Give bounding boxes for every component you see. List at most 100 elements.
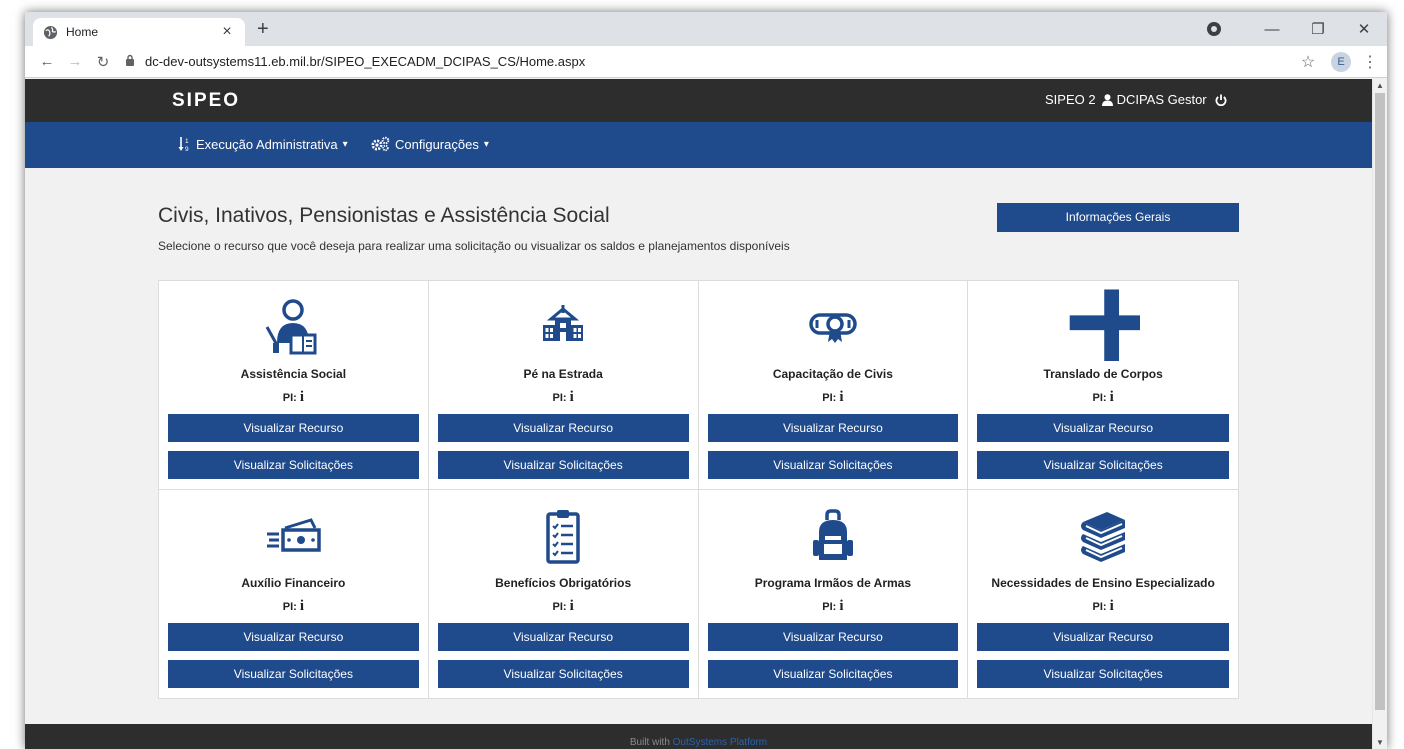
- media-icon[interactable]: [1207, 22, 1221, 36]
- card-auxilio-financeiro: Auxílio Financeiro PI: i Visualizar Recur…: [159, 490, 429, 699]
- scroll-up-arrow-icon[interactable]: ▲: [1373, 81, 1387, 90]
- info-icon[interactable]: i: [300, 389, 304, 405]
- pi-label: PI: i: [822, 389, 844, 405]
- globe-icon: [43, 25, 58, 39]
- visualizar-recurso-button[interactable]: Visualizar Recurso: [437, 623, 689, 651]
- close-window-button[interactable]: ✕: [1341, 20, 1387, 38]
- power-icon[interactable]: [1215, 94, 1227, 106]
- card-capacitacao-de-civis: Capacitação de Civis PI: i Visualizar Rec…: [698, 281, 969, 490]
- user-name[interactable]: DCIPAS Gestor: [1117, 92, 1207, 107]
- close-tab-icon[interactable]: ×: [219, 24, 235, 40]
- caret-down-icon: ▾: [483, 138, 489, 150]
- card-beneficios-obrigatorios: Benefícios Obrigatórios PI: i Visualizar …: [429, 490, 699, 699]
- browser-menu-icon[interactable]: ⋮: [1359, 52, 1381, 72]
- url-text: dc-dev-outsystems11.eb.mil.br/SIPEO_EXEC…: [145, 54, 586, 69]
- new-tab-button[interactable]: +: [257, 19, 269, 39]
- backpack-icon: [812, 509, 853, 560]
- pi-label: PI: i: [1092, 598, 1114, 614]
- visualizar-solicitacoes-button[interactable]: Visualizar Solicitações: [437, 660, 689, 688]
- visualizar-solicitacoes-button[interactable]: Visualizar Solicitações: [707, 660, 959, 688]
- scroll-thumb[interactable]: [1375, 93, 1385, 710]
- sort-numeric-icon: 1 9: [178, 137, 189, 152]
- info-icon[interactable]: i: [300, 598, 304, 614]
- outsystems-link[interactable]: OutSystems Platform: [673, 737, 767, 748]
- info-icon[interactable]: i: [1110, 598, 1114, 614]
- certificate-icon: [809, 313, 857, 343]
- visualizar-solicitacoes-button[interactable]: Visualizar Solicitações: [168, 660, 419, 688]
- card-necessidades-de-ensino-especializado: Necessidades de Ensino Especializado PI:…: [968, 490, 1238, 699]
- pi-label: PI: i: [282, 598, 304, 614]
- browser-window: Home × + — ❐ ✕ ← → ↻ dc-dev-outsystems11…: [25, 12, 1387, 749]
- info-icon[interactable]: i: [839, 598, 843, 614]
- card-translado-de-corpos: Translado de Corpos PI: i Visualizar Recu…: [968, 281, 1238, 490]
- scroll-down-arrow-icon[interactable]: ▼: [1373, 738, 1387, 747]
- visualizar-recurso-button[interactable]: Visualizar Recurso: [168, 414, 419, 442]
- visualizar-recurso-button[interactable]: Visualizar Recurso: [437, 414, 689, 442]
- gears-icon: [371, 136, 390, 152]
- resource-grid: Assistência Social PI: i Visualizar Recur…: [158, 280, 1239, 699]
- main-menu: 1 9 Execução Administrativa ▾ Configuraç…: [25, 122, 1372, 168]
- visualizar-solicitacoes-button[interactable]: Visualizar Solicitações: [977, 451, 1229, 479]
- user-area: SIPEO 2 DCIPAS Gestor: [1045, 92, 1227, 107]
- minimize-button[interactable]: —: [1249, 21, 1295, 38]
- info-icon[interactable]: i: [570, 598, 574, 614]
- books-icon: [1081, 512, 1126, 562]
- pi-label: PI: i: [282, 389, 304, 405]
- browser-tab-home[interactable]: Home ×: [33, 18, 245, 46]
- card-title: Pé na Estrada: [523, 367, 603, 381]
- restore-button[interactable]: ❐: [1295, 20, 1341, 38]
- pi-label: PI: i: [552, 598, 574, 614]
- card-title: Auxílio Financeiro: [241, 576, 346, 590]
- card-assistencia-social: Assistência Social PI: i Visualizar Recur…: [159, 281, 429, 490]
- menu-configuracoes[interactable]: Configurações ▾: [371, 136, 489, 152]
- info-icon[interactable]: i: [839, 389, 843, 405]
- card-pe-na-estrada: Pé na Estrada PI: i Visualizar Recurso Vi…: [428, 281, 699, 490]
- card-title: Assistência Social: [240, 367, 347, 381]
- svg-text:9: 9: [185, 146, 189, 152]
- menu-label: Execução Administrativa: [196, 136, 338, 152]
- svg-text:SIPEO: SIPEO: [172, 90, 240, 111]
- visualizar-solicitacoes-button[interactable]: Visualizar Solicitações: [168, 451, 419, 479]
- visualizar-recurso-button[interactable]: Visualizar Recurso: [707, 623, 959, 651]
- lock-icon[interactable]: [123, 54, 137, 69]
- visualizar-solicitacoes-button[interactable]: Visualizar Solicitações: [707, 451, 959, 479]
- reload-button[interactable]: ↻: [89, 53, 117, 71]
- profile-avatar[interactable]: E: [1331, 51, 1351, 72]
- sipeo-logo[interactable]: SIPEO: [172, 89, 252, 111]
- card-title: Capacitação de Civis: [772, 367, 893, 381]
- user-icon: [1101, 93, 1113, 106]
- card-title: Benefícios Obrigatórios: [495, 576, 632, 590]
- visualizar-solicitacoes-button[interactable]: Visualizar Solicitações: [437, 451, 689, 479]
- info-icon[interactable]: i: [570, 389, 574, 405]
- visualizar-recurso-button[interactable]: Visualizar Recurso: [977, 414, 1229, 442]
- school-icon: [543, 305, 584, 341]
- page-footer: Built with OutSystems Platform: [25, 724, 1372, 749]
- back-button[interactable]: ←: [33, 53, 61, 70]
- browser-toolbar: ← → ↻ dc-dev-outsystems11.eb.mil.br/SIPE…: [25, 46, 1387, 78]
- app-version: SIPEO 2: [1045, 92, 1096, 107]
- address-bar[interactable]: dc-dev-outsystems11.eb.mil.br/SIPEO_EXEC…: [123, 49, 1293, 75]
- caret-down-icon: ▾: [342, 138, 348, 150]
- pi-label: PI: i: [1092, 389, 1114, 405]
- svg-text:1: 1: [185, 138, 189, 145]
- footer-text: Built with OutSystems Platform: [630, 737, 767, 748]
- info-icon[interactable]: i: [1110, 389, 1114, 405]
- card-title: Programa Irmãos de Armas: [754, 576, 912, 590]
- visualizar-recurso-button[interactable]: Visualizar Recurso: [977, 623, 1229, 651]
- vertical-scrollbar[interactable]: ▲ ▼: [1372, 79, 1387, 749]
- page-title: Civis, Inativos, Pensionistas e Assistên…: [158, 204, 610, 227]
- informacoes-gerais-button[interactable]: Informações Gerais: [997, 203, 1239, 232]
- window-controls: — ❐ ✕: [1207, 12, 1387, 46]
- visualizar-recurso-button[interactable]: Visualizar Recurso: [707, 414, 959, 442]
- card-programa-irmaos-de-armas: Programa Irmãos de Armas PI: i Visualizar…: [699, 490, 969, 699]
- visualizar-solicitacoes-button[interactable]: Visualizar Solicitações: [977, 660, 1229, 688]
- money-icon: [267, 518, 322, 552]
- tab-title: Home: [66, 25, 99, 39]
- bookmark-star-icon[interactable]: ☆: [1293, 52, 1323, 72]
- menu-execucao-administrativa[interactable]: 1 9 Execução Administrativa ▾: [178, 136, 348, 152]
- cross-icon: [1069, 289, 1141, 361]
- visualizar-recurso-button[interactable]: Visualizar Recurso: [168, 623, 419, 651]
- forward-button[interactable]: →: [61, 53, 89, 70]
- app-header: SIPEO SIPEO 2 DCIPAS Gestor: [25, 79, 1372, 122]
- clipboard-list-icon: [546, 510, 580, 564]
